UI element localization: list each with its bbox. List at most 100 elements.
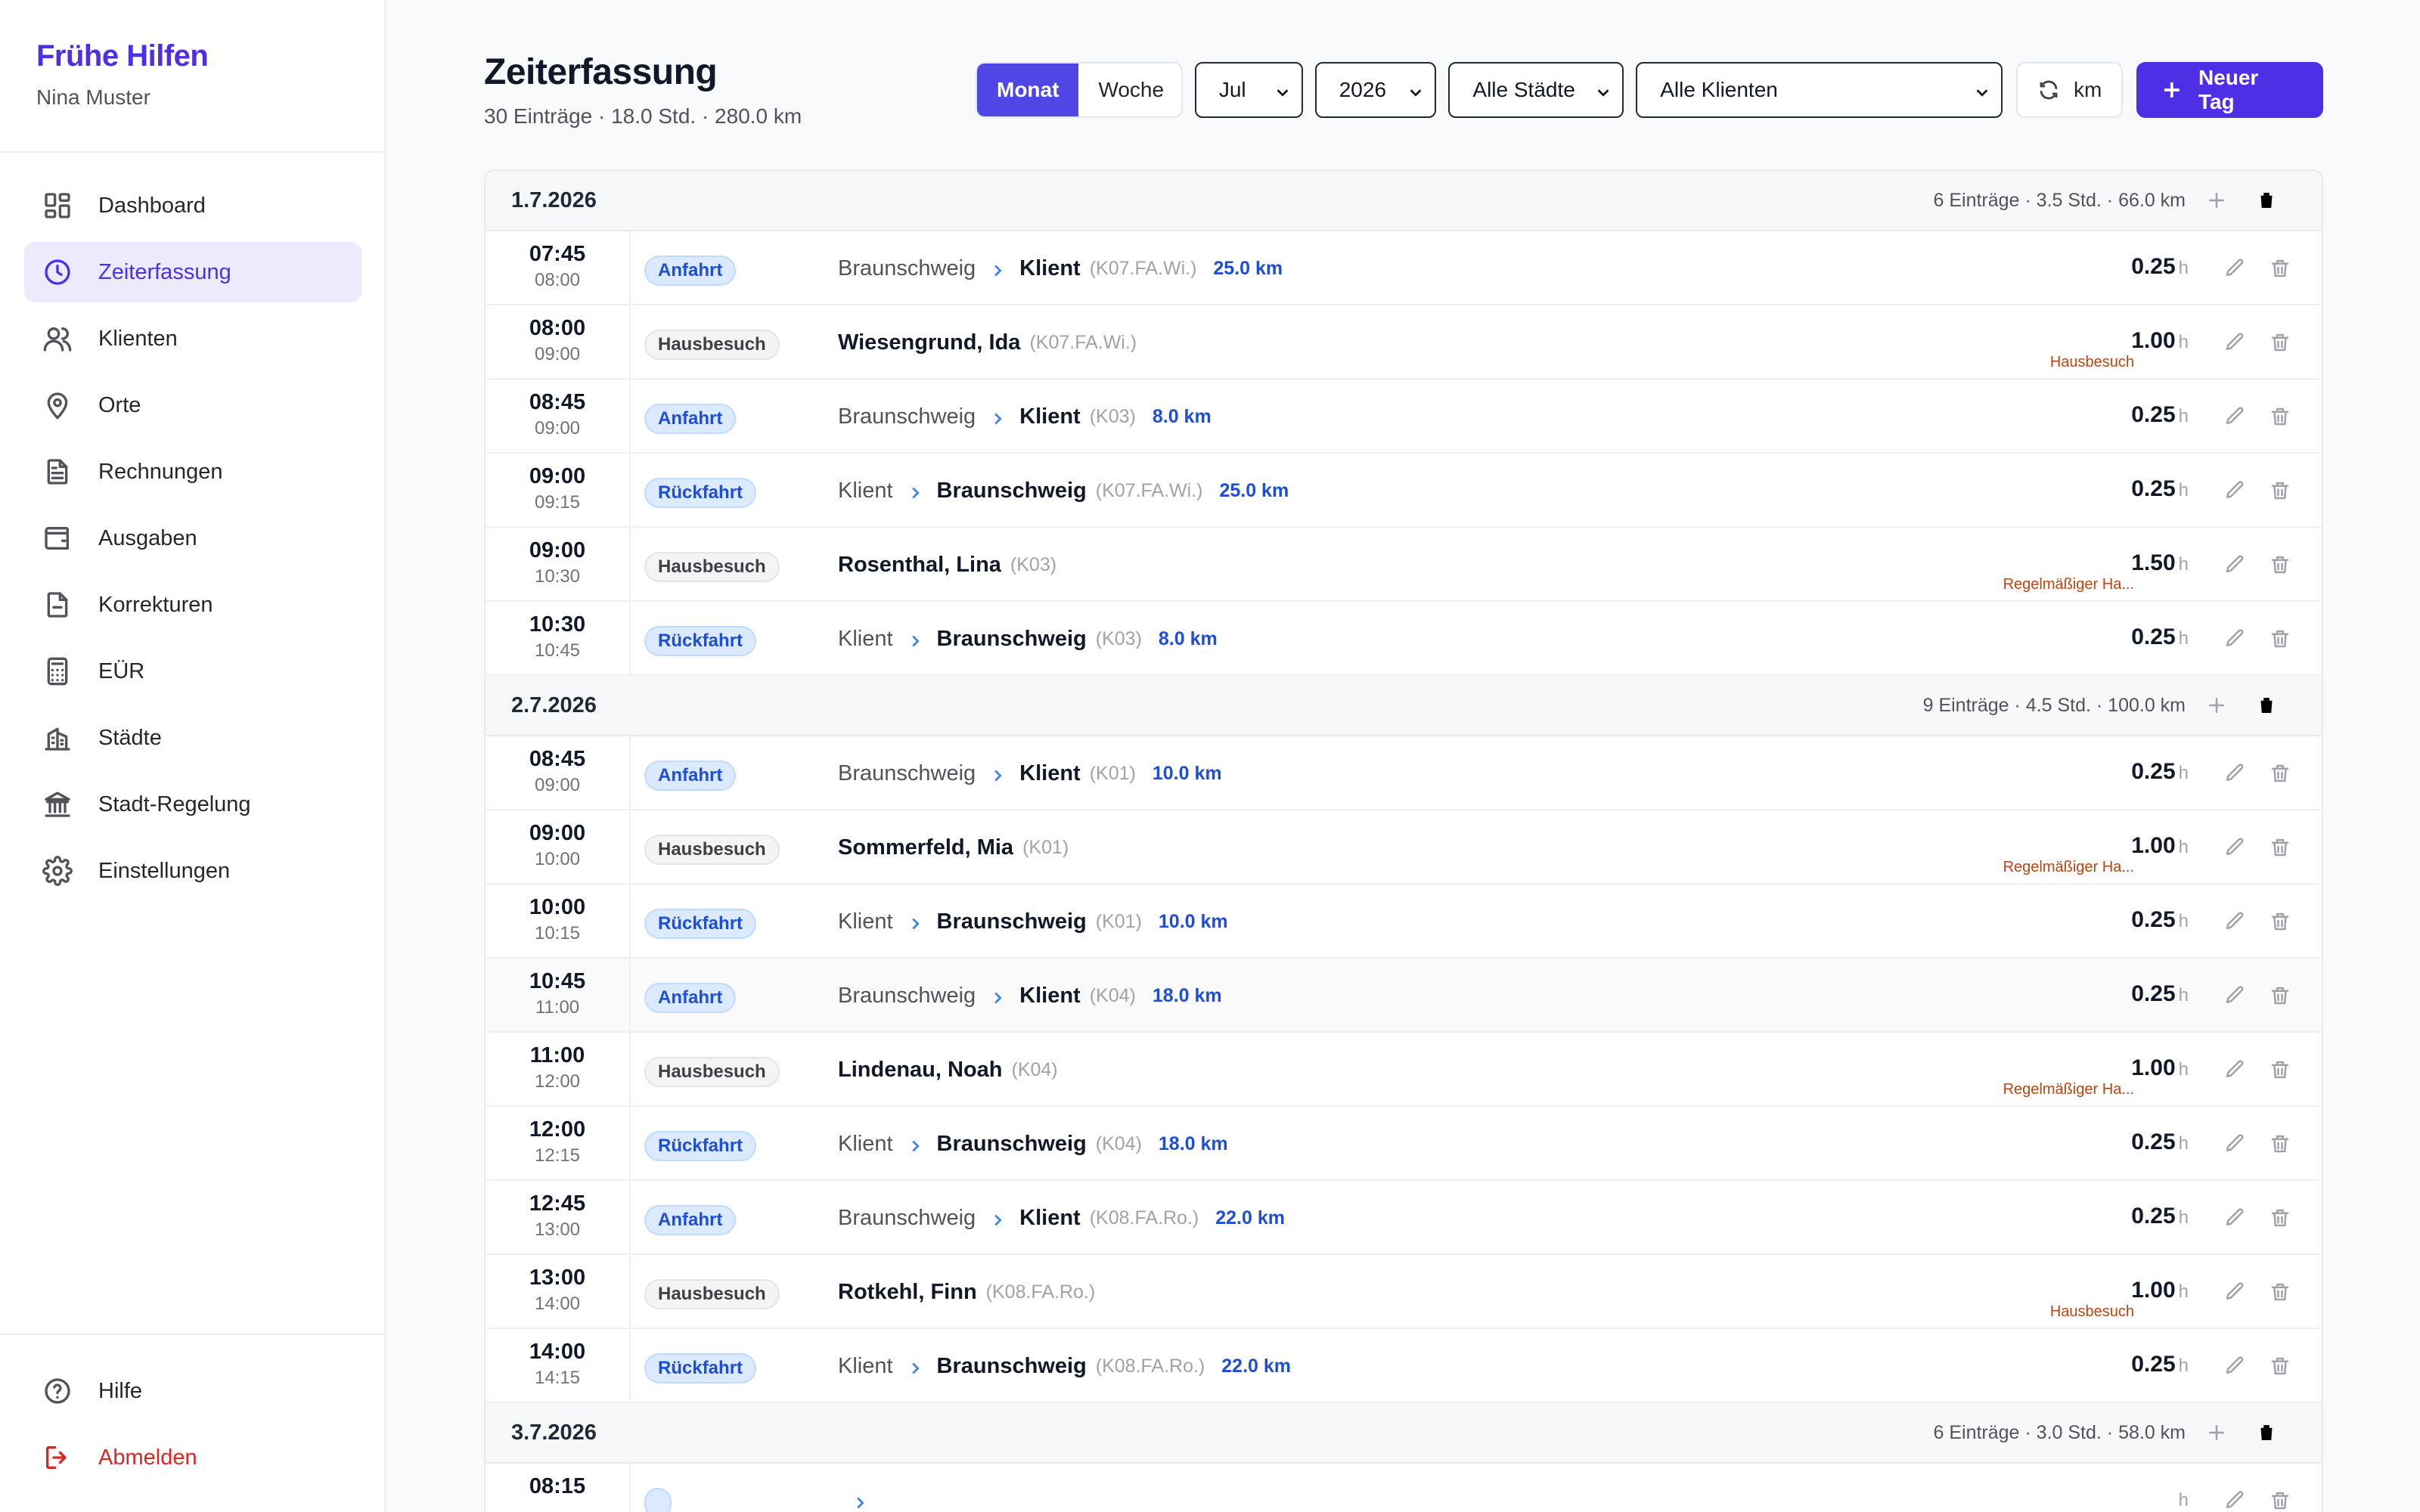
sidebar-item-korrekturen[interactable]: Korrekturen [24, 575, 361, 635]
table-row[interactable]: 07:45 08:00 Anfahrt Braunschweig Klient … [486, 231, 2322, 305]
sidebar-item-klienten[interactable]: Klienten [24, 308, 361, 369]
end-time: 09:00 [534, 775, 581, 795]
hours-value: 1.00 [2131, 328, 2176, 353]
table-row[interactable]: 10:00 10:15 Rückfahrt Klient Braunschwei… [486, 885, 2322, 959]
trash-icon[interactable] [2269, 479, 2291, 502]
entry-description: Braunschweig Klient (K07.FA.Wi.) 25.0 km [838, 231, 1283, 305]
sidebar-item-zeiterfassung[interactable]: Zeiterfassung [24, 242, 361, 302]
trash-icon[interactable] [2269, 257, 2291, 280]
trash-icon[interactable] [2269, 627, 2291, 650]
client-name: Rosenthal, Lina [838, 552, 1001, 577]
edit-icon[interactable] [2223, 1355, 2246, 1377]
entry-hours: 0.25 h [2131, 1204, 2189, 1229]
route-to: Klient [1019, 761, 1081, 785]
new-day-button[interactable]: Neuer Tag [2136, 62, 2324, 118]
entry-hours: 0.25 h [2131, 981, 2189, 1007]
trash-icon[interactable] [2269, 984, 2291, 1007]
km-refresh-button[interactable]: km [2016, 62, 2124, 118]
table-row[interactable]: 11:00 12:00 Hausbesuch Lindenau, Noah (K… [486, 1033, 2322, 1107]
hours-unit: h [2178, 628, 2189, 649]
trash-icon[interactable] [2269, 1489, 2291, 1512]
table-row[interactable]: 10:45 11:00 Anfahrt Braunschweig Klient … [486, 959, 2322, 1033]
logout-icon [41, 1441, 74, 1474]
trash-icon[interactable] [2269, 1355, 2291, 1377]
add-entry-icon[interactable] [2205, 189, 2228, 212]
table-row[interactable]: 12:00 12:15 Rückfahrt Klient Braunschwei… [486, 1107, 2322, 1181]
trash-icon[interactable] [2269, 910, 2291, 933]
trash-icon[interactable] [2269, 331, 2291, 354]
client-code: (K07.FA.Wi.) [1089, 257, 1197, 279]
sidebar-item-abmelden[interactable]: Abmelden [24, 1427, 361, 1488]
client-select[interactable]: Alle Klienten [1636, 62, 2003, 118]
trash-icon[interactable] [2269, 836, 2291, 859]
view-week-button[interactable]: Woche [1078, 64, 1181, 116]
edit-icon[interactable] [2223, 836, 2246, 859]
entry-hours: 1.00 h [2131, 1278, 2189, 1303]
entry-description: Wiesengrund, Ida (K07.FA.Wi.) [838, 305, 1137, 380]
entry-type-badge: Hausbesuch [644, 552, 780, 582]
city-select[interactable]: Alle Städte [1448, 62, 1624, 118]
trash-icon[interactable] [2269, 1281, 2291, 1303]
edit-icon[interactable] [2223, 1281, 2246, 1303]
sidebar-nav: Dashboard Zeiterfassung Klienten Orte Re… [24, 175, 361, 907]
add-entry-icon[interactable] [2205, 694, 2228, 717]
delete-day-icon[interactable] [2255, 189, 2278, 212]
edit-icon[interactable] [2223, 331, 2246, 354]
hours-value: 1.00 [2131, 1055, 2176, 1080]
hours-value: 0.25 [2131, 1204, 2176, 1228]
sidebar-item-eür[interactable]: EÜR [24, 641, 361, 702]
table-row[interactable]: 14:00 14:15 Rückfahrt Klient Braunschwei… [486, 1329, 2322, 1403]
sidebar-item-städte[interactable]: Städte [24, 708, 361, 768]
entry-description [838, 1464, 908, 1512]
delete-day-icon[interactable] [2255, 1421, 2278, 1444]
table-row[interactable]: 08:15 h [486, 1464, 2322, 1512]
edit-icon[interactable] [2223, 479, 2246, 502]
table-row[interactable]: 09:00 10:00 Hausbesuch Sommerfeld, Mia (… [486, 810, 2322, 885]
table-row[interactable]: 13:00 14:00 Hausbesuch Rotkehl, Finn (K0… [486, 1255, 2322, 1329]
sidebar-item-rechnungen[interactable]: Rechnungen [24, 442, 361, 502]
sidebar-item-ausgaben[interactable]: Ausgaben [24, 508, 361, 569]
year-select[interactable]: 2026 [1314, 62, 1437, 118]
end-time: 14:00 [534, 1294, 581, 1314]
trash-icon[interactable] [2269, 1132, 2291, 1155]
table-row[interactable]: 10:30 10:45 Rückfahrt Klient Braunschwei… [486, 602, 2322, 676]
sidebar-item-orte[interactable]: Orte [24, 375, 361, 435]
sidebar-item-hilfe[interactable]: Hilfe [24, 1361, 361, 1421]
month-select[interactable]: Jul [1194, 62, 1303, 118]
table-row[interactable]: 08:45 09:00 Anfahrt Braunschweig Klient … [486, 380, 2322, 454]
add-entry-icon[interactable] [2205, 1421, 2228, 1444]
table-row[interactable]: 08:00 09:00 Hausbesuch Wiesengrund, Ida … [486, 305, 2322, 380]
edit-icon[interactable] [2223, 1058, 2246, 1081]
trash-icon[interactable] [2269, 1207, 2291, 1229]
visit-category: Hausbesuch [2049, 354, 2134, 370]
table-row[interactable]: 09:00 10:30 Hausbesuch Rosenthal, Lina (… [486, 528, 2322, 602]
delete-day-icon[interactable] [2255, 694, 2278, 717]
chevron-down-icon [1595, 82, 1612, 98]
edit-icon[interactable] [2223, 1489, 2246, 1512]
edit-icon[interactable] [2223, 762, 2246, 785]
view-month-button[interactable]: Monat [977, 64, 1079, 116]
edit-icon[interactable] [2223, 553, 2246, 576]
table-row[interactable]: 08:45 09:00 Anfahrt Braunschweig Klient … [486, 736, 2322, 810]
trash-icon[interactable] [2269, 1058, 2291, 1081]
end-time: 08:00 [534, 270, 581, 290]
table-row[interactable]: 09:00 09:15 Rückfahrt Klient Braunschwei… [486, 454, 2322, 528]
sidebar-item-einstellungen[interactable]: Einstellungen [24, 841, 361, 901]
edit-icon[interactable] [2223, 405, 2246, 428]
edit-icon[interactable] [2223, 257, 2246, 280]
edit-icon[interactable] [2223, 1207, 2246, 1229]
route-from: Braunschweig [838, 404, 976, 429]
sidebar-item-dashboard[interactable]: Dashboard [24, 175, 361, 236]
trash-icon[interactable] [2269, 553, 2291, 576]
sidebar-item-stadt-regelung[interactable]: Stadt-Regelung [24, 774, 361, 835]
edit-icon[interactable] [2223, 910, 2246, 933]
day-header: 1.7.2026 6 Einträge · 3.5 Std. · 66.0 km [486, 171, 2322, 231]
edit-icon[interactable] [2223, 984, 2246, 1007]
table-row[interactable]: 12:45 13:00 Anfahrt Braunschweig Klient … [486, 1181, 2322, 1255]
visit-category: Hausbesuch [2049, 1303, 2134, 1320]
trash-icon[interactable] [2269, 405, 2291, 428]
trash-icon[interactable] [2269, 762, 2291, 785]
edit-icon[interactable] [2223, 627, 2246, 650]
edit-icon[interactable] [2223, 1132, 2246, 1155]
entry-hours: 1.00 h [2131, 328, 2189, 354]
